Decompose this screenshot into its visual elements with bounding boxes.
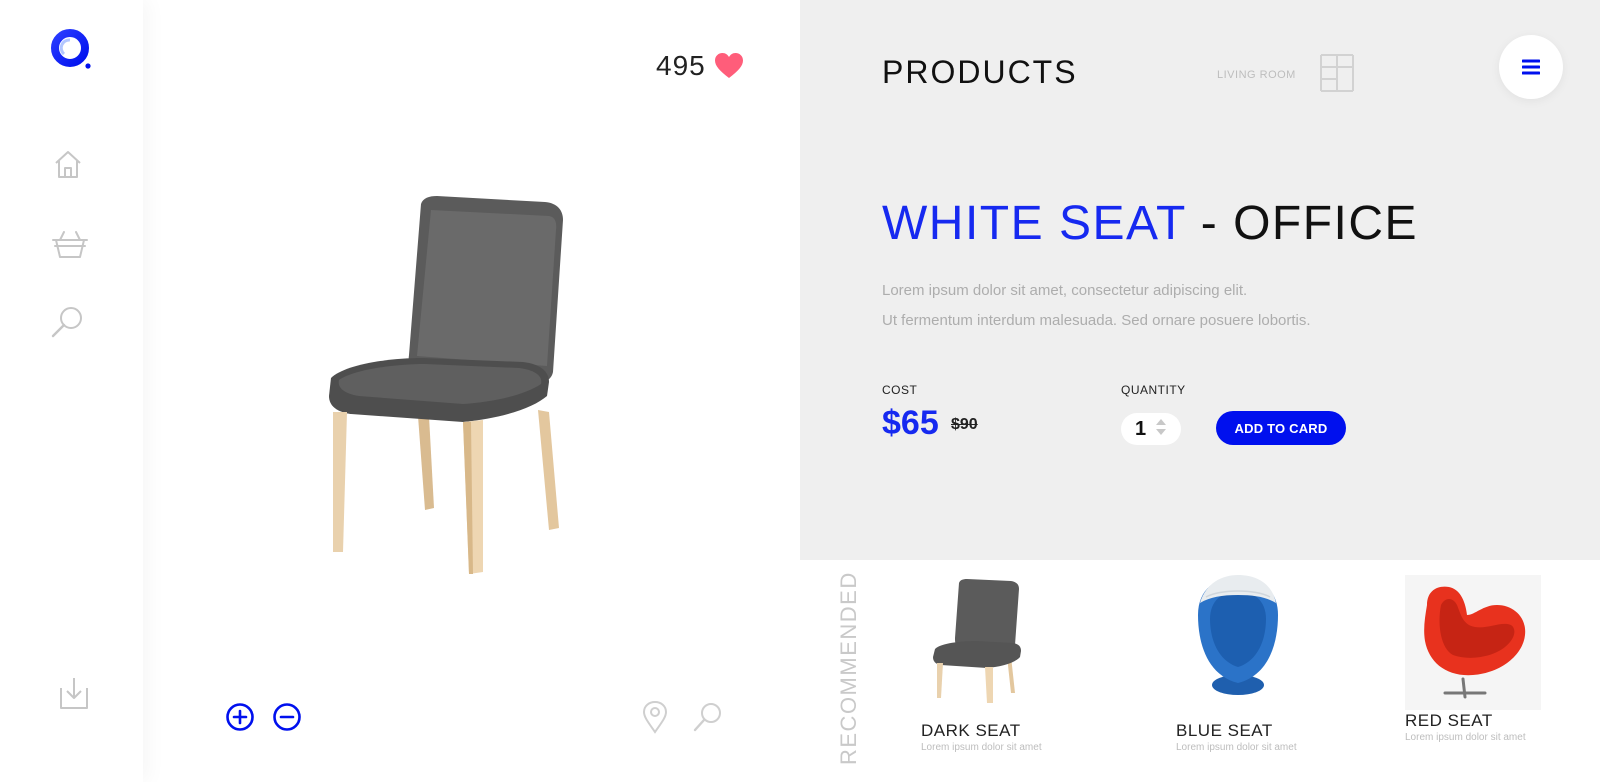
basket-icon[interactable] <box>50 224 90 264</box>
shelf-icon <box>1317 53 1357 93</box>
zoom-in-icon[interactable] <box>225 702 255 732</box>
product-name: WHITE SEAT - OFFICE <box>882 196 1418 251</box>
product-thumbnail <box>921 575 1071 720</box>
recommended-item-desc: Lorem ipsum dolor sit amet <box>1176 742 1297 753</box>
product-details-panel: PRODUCTS LIVING ROOM WHITE SEAT - OFFICE… <box>800 0 1600 560</box>
cost-label: COST <box>882 383 918 397</box>
quantity-down-icon[interactable] <box>1156 429 1166 435</box>
quantity-label: QUANTITY <box>1121 383 1186 397</box>
app-root: 495 PRODUCTS LIVING ROOM WHITE SEAT - OF… <box>0 0 1600 782</box>
recommended-label: RECOMMENDED <box>836 571 861 765</box>
recommended-item-blue-seat[interactable]: BLUE SEAT Lorem ipsum dolor sit amet <box>1176 575 1326 753</box>
recommended-item-name: BLUE SEAT <box>1176 721 1273 740</box>
description-line: Lorem ipsum dolor sit amet, consectetur … <box>882 282 1248 299</box>
recommended-item-dark-seat[interactable]: DARK SEAT Lorem ipsum dolor sit amet <box>921 575 1071 753</box>
quantity-up-icon[interactable] <box>1156 419 1166 425</box>
recommended-item-desc: Lorem ipsum dolor sit amet <box>1405 732 1526 743</box>
recommended-item-red-seat[interactable]: RED SEAT Lorem ipsum dolor sit amet <box>1405 575 1555 743</box>
hamburger-menu-icon <box>1522 59 1540 75</box>
search-icon[interactable] <box>48 302 88 342</box>
add-to-cart-button[interactable]: ADD TO CARD <box>1216 411 1346 445</box>
page-title: PRODUCTS <box>882 54 1078 90</box>
ring-logo-icon[interactable] <box>50 28 94 72</box>
likes-count: 495 <box>656 50 706 81</box>
heart-icon[interactable] <box>714 52 744 80</box>
category-link[interactable]: LIVING ROOM <box>1217 69 1296 81</box>
product-thumbnail <box>1405 575 1541 710</box>
sidebar <box>0 0 143 782</box>
quantity-value: 1 <box>1135 417 1147 440</box>
product-name-rest: - OFFICE <box>1185 197 1419 250</box>
old-price: $90 <box>951 416 978 433</box>
product-description: Lorem ipsum dolor sit amet, consectetur … <box>882 276 1311 336</box>
product-name-accent: WHITE SEAT <box>882 197 1186 250</box>
location-pin-icon[interactable] <box>638 700 672 734</box>
description-line: Ut fermentum interdum malesuada. Sed orn… <box>882 312 1311 329</box>
price: $65 <box>882 404 939 442</box>
search-icon[interactable] <box>691 700 725 734</box>
recommended-item-desc: Lorem ipsum dolor sit amet <box>921 742 1042 753</box>
likes-counter: 495 <box>656 50 744 82</box>
recommended-item-name: RED SEAT <box>1405 711 1493 730</box>
home-icon[interactable] <box>48 144 88 184</box>
product-stage: 495 <box>143 0 800 782</box>
hamburger-menu-button[interactable] <box>1499 35 1563 99</box>
download-icon[interactable] <box>54 674 94 714</box>
quantity-stepper[interactable]: 1 <box>1121 413 1181 445</box>
product-image-chair <box>313 190 603 600</box>
recommended-item-name: DARK SEAT <box>921 721 1021 740</box>
zoom-out-icon[interactable] <box>272 702 302 732</box>
product-thumbnail <box>1176 575 1326 720</box>
quantity-arrows[interactable] <box>1156 419 1166 435</box>
